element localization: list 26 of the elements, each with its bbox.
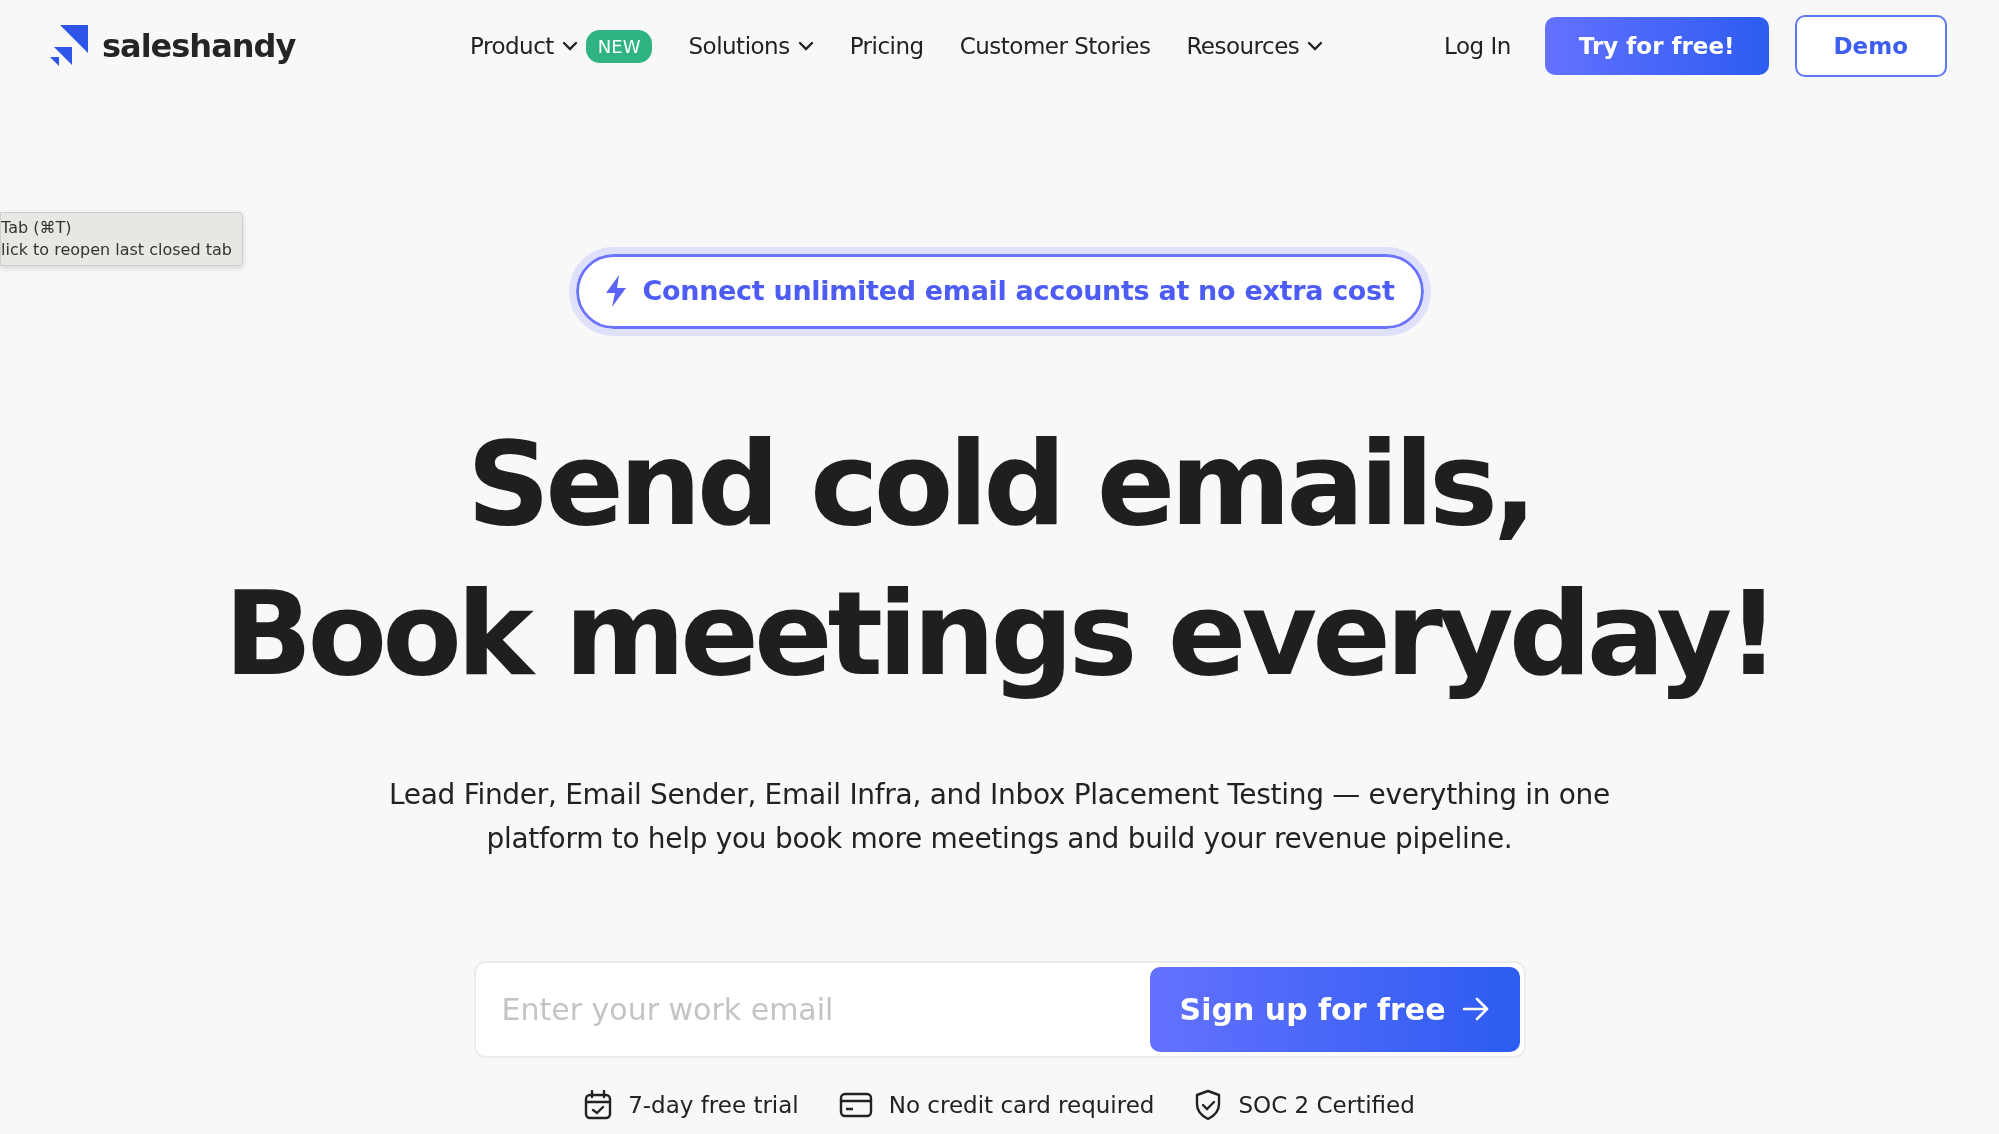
- nav-link[interactable]: Pricing: [849, 28, 924, 64]
- announcement-text: Connect unlimited email accounts at no extra cost: [642, 274, 1395, 308]
- nav-link[interactable]: Solutions: [688, 28, 790, 64]
- demo-button[interactable]: Demo: [1794, 14, 1947, 78]
- nav-link[interactable]: Customer Stories: [959, 28, 1151, 64]
- shield-check-icon: [1194, 1088, 1223, 1121]
- credit-card-icon: [838, 1091, 873, 1118]
- subtitle: Lead Finder, Email Sender, Email Infra, and Inbox Placement Testing — everything in one platform to help you book more meetings and build your revenue pipeline.: [388, 776, 1611, 857]
- calendar-check-icon: [584, 1089, 613, 1120]
- feature-text: 7-day free trial: [628, 1090, 799, 1120]
- headline: Send cold emails,: [465, 414, 1534, 553]
- tooltip-line: Tab (⌘T): [1, 217, 73, 239]
- try-free-button[interactable]: Try for free!: [1544, 16, 1769, 76]
- feature-text: No credit card required: [888, 1090, 1155, 1120]
- nav-link[interactable]: Product: [470, 28, 554, 64]
- nav-link[interactable]: Resources: [1186, 28, 1300, 64]
- headline: Book meetings everyday!: [224, 564, 1775, 703]
- login-link[interactable]: Log In: [1444, 28, 1511, 64]
- brand-name: saleshandy: [102, 26, 296, 67]
- feature-text: SOC 2 Certified: [1238, 1090, 1415, 1120]
- email-signup-field[interactable]: Enter your work email Sign up for free: [473, 960, 1526, 1058]
- new-badge: NEW: [585, 29, 653, 63]
- tooltip-line: lick to reopen last closed tab: [1, 239, 232, 261]
- signup-button[interactable]: Sign up for free: [1149, 966, 1520, 1052]
- arrow-right-icon: [1461, 997, 1490, 1021]
- lightning-icon: [604, 275, 627, 308]
